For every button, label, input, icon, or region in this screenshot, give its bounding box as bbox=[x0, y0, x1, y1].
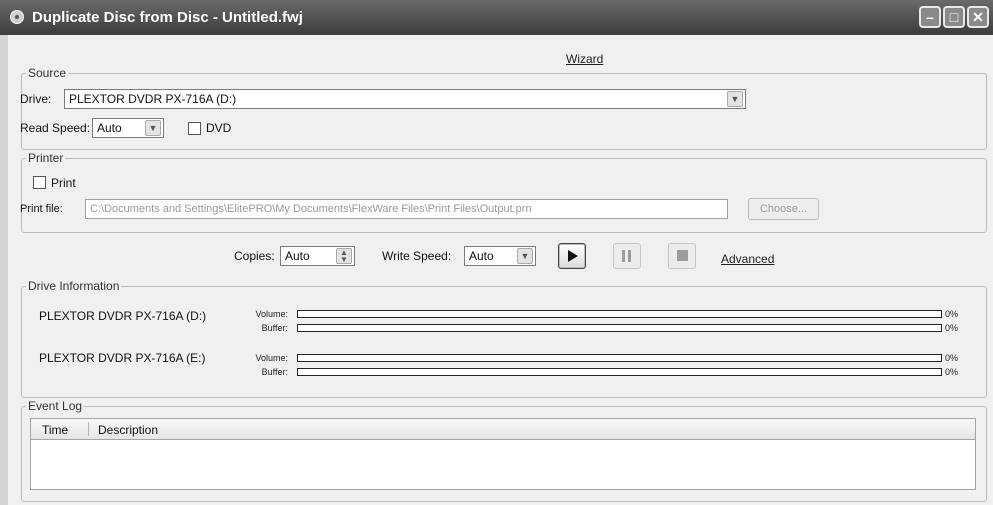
column-header-time[interactable]: Time bbox=[42, 423, 68, 437]
copies-label: Copies: bbox=[234, 249, 275, 263]
source-legend: Source bbox=[26, 66, 69, 80]
drive-d-buffer-pct: 0% bbox=[945, 323, 959, 333]
drive-d-volume-pct: 0% bbox=[945, 309, 959, 319]
volume-label: Volume: bbox=[255, 309, 288, 319]
event-log-header: Time Description bbox=[30, 418, 976, 440]
title-bar[interactable]: Duplicate Disc from Disc - Untitled.fwj … bbox=[0, 0, 993, 35]
write-speed-value: Auto bbox=[469, 249, 494, 263]
chevron-down-icon[interactable]: ▼ bbox=[145, 120, 161, 136]
buffer-label: Buffer: bbox=[261, 323, 288, 333]
dialog-client-area: Wizard Source Drive: PLEXTOR DVDR PX-716… bbox=[8, 35, 993, 505]
event-log-list[interactable] bbox=[30, 440, 976, 490]
write-speed-select[interactable]: Auto ▼ bbox=[464, 246, 536, 266]
stop-icon bbox=[677, 250, 688, 261]
wizard-link[interactable]: Wizard bbox=[566, 52, 603, 66]
print-checkbox[interactable] bbox=[33, 176, 46, 189]
read-speed-select[interactable]: Auto ▼ bbox=[92, 118, 164, 138]
printer-group: Printer bbox=[21, 151, 987, 233]
drive-select[interactable]: PLEXTOR DVDR PX-716A (D:) ▼ bbox=[64, 89, 746, 109]
disc-icon bbox=[10, 10, 24, 24]
advanced-link[interactable]: Advanced bbox=[721, 252, 774, 266]
chevron-down-icon[interactable]: ▼ bbox=[727, 91, 743, 107]
drive-e-name: PLEXTOR DVDR PX-716A (E:) bbox=[39, 351, 206, 365]
drive-d-buffer-bar bbox=[297, 324, 942, 332]
minimize-button[interactable]: – bbox=[919, 6, 941, 28]
read-speed-label: Read Speed: bbox=[20, 121, 91, 135]
dvd-label: DVD bbox=[206, 121, 232, 135]
buffer-label: Buffer: bbox=[261, 367, 288, 377]
drive-information-legend: Drive Information bbox=[26, 279, 122, 293]
dvd-checkbox[interactable] bbox=[188, 122, 201, 135]
source-group: Source bbox=[21, 66, 987, 150]
write-speed-label: Write Speed: bbox=[382, 249, 452, 263]
event-log-legend: Event Log bbox=[26, 399, 85, 413]
volume-label: Volume: bbox=[255, 353, 288, 363]
printer-legend: Printer bbox=[26, 151, 66, 165]
column-divider[interactable] bbox=[88, 422, 89, 436]
maximize-button[interactable]: □ bbox=[943, 6, 965, 28]
stop-button[interactable] bbox=[668, 243, 696, 269]
column-header-description[interactable]: Description bbox=[98, 423, 158, 437]
play-icon bbox=[568, 250, 578, 262]
app-window: Duplicate Disc from Disc - Untitled.fwj … bbox=[0, 0, 993, 505]
copies-stepper[interactable]: Auto ▲ ▼ bbox=[280, 246, 355, 266]
drive-d-name: PLEXTOR DVDR PX-716A (D:) bbox=[39, 309, 207, 323]
window-title: Duplicate Disc from Disc - Untitled.fwj bbox=[32, 9, 303, 26]
choose-button[interactable]: Choose... bbox=[748, 198, 819, 220]
drive-select-value: PLEXTOR DVDR PX-716A (D:) bbox=[69, 92, 237, 106]
chevron-down-icon[interactable]: ▼ bbox=[517, 248, 533, 264]
read-speed-value: Auto bbox=[97, 121, 122, 135]
start-button[interactable] bbox=[558, 243, 586, 269]
print-file-label: Print file: bbox=[20, 203, 63, 215]
drive-e-volume-bar bbox=[297, 354, 942, 362]
pause-icon bbox=[622, 250, 631, 262]
print-file-field[interactable]: C:\Documents and Settings\ElitePRO\My Do… bbox=[85, 199, 728, 219]
drive-information-group: Drive Information bbox=[21, 279, 987, 398]
print-label: Print bbox=[51, 176, 76, 190]
drive-e-buffer-pct: 0% bbox=[945, 367, 959, 377]
drive-label: Drive: bbox=[20, 92, 52, 106]
drive-e-volume-pct: 0% bbox=[945, 353, 959, 363]
drive-e-buffer-bar bbox=[297, 368, 942, 376]
pause-button[interactable] bbox=[613, 243, 641, 269]
drive-d-volume-bar bbox=[297, 310, 942, 318]
close-button[interactable]: ✕ bbox=[967, 6, 989, 28]
spin-arrows-icon[interactable]: ▲ ▼ bbox=[336, 248, 352, 264]
copies-value: Auto bbox=[285, 249, 310, 263]
